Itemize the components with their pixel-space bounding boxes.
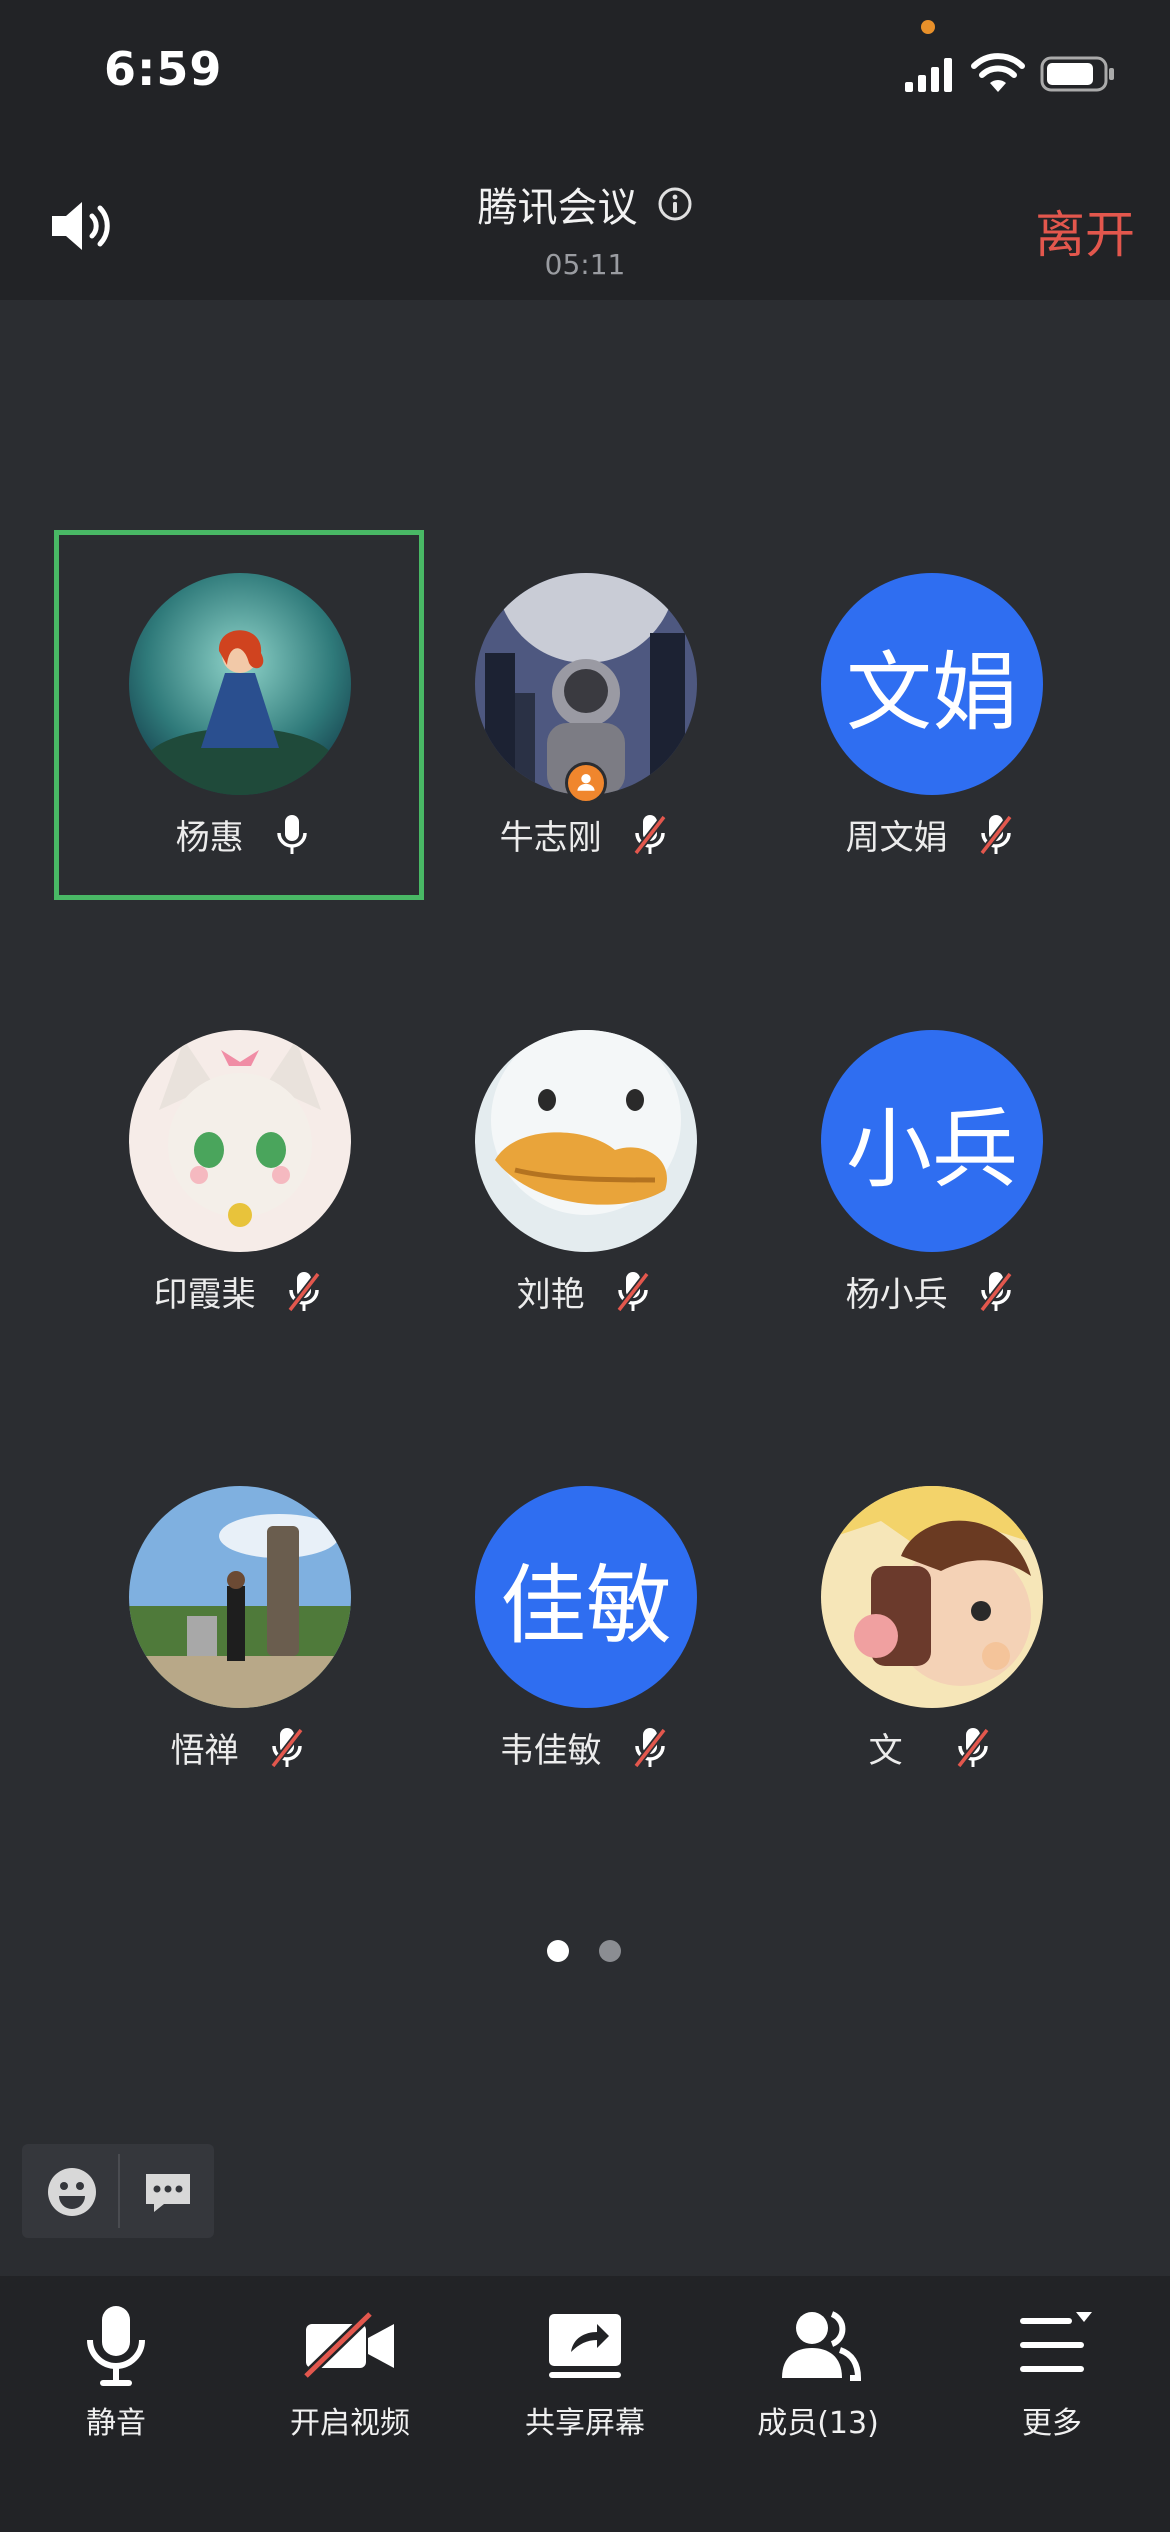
participant-tile[interactable]: 佳敏 韦佳敏 (400, 1443, 770, 1813)
page-indicator[interactable] (547, 1940, 627, 1964)
participant-name-row: 杨惠 (59, 810, 429, 859)
wifi-icon (971, 53, 1025, 92)
mic-muted-icon (979, 1271, 1014, 1312)
participant-name-row: 杨小兵 (746, 1267, 1116, 1316)
avatar: 文娟 (821, 573, 1043, 795)
participant-name: 悟禅 (170, 1731, 239, 1771)
microphone-icon (87, 2306, 145, 2386)
participant-name: 牛志刚 (499, 818, 602, 858)
members-button[interactable]: 成员(13) (718, 2300, 918, 2442)
participant-name-row: 刘艳 (400, 1267, 770, 1316)
participant-tile[interactable]: 牛志刚 (400, 530, 770, 900)
avatar: 佳敏 (475, 1486, 697, 1708)
reaction-bar (22, 2144, 214, 2238)
participant-tile[interactable]: 文 (746, 1443, 1116, 1813)
avatar (475, 1030, 697, 1252)
participant-tile[interactable]: 印霞棐 (54, 987, 424, 1357)
page-dot[interactable] (599, 1940, 621, 1962)
more-button[interactable]: 更多 (952, 2300, 1152, 2442)
cartoon-princess-avatar-icon (129, 573, 351, 795)
meeting-screen: 6:59 腾讯会议 05:11 离开 杨惠 牛志刚 文娟 周文娟 印霞棐 刘艳 … (0, 0, 1170, 2532)
participant-name: 印霞棐 (153, 1275, 256, 1315)
mic-muted-icon (270, 1727, 305, 1768)
speaker-icon[interactable] (48, 198, 116, 254)
mic-muted-icon (616, 1271, 651, 1312)
bottom-toolbar: 静音 开启视频 共享屏幕 成员(13) 更多 (0, 2276, 1170, 2532)
participant-name: 杨惠 (175, 818, 244, 858)
share-screen-label: 共享屏幕 (525, 2406, 645, 2441)
share-screen-button[interactable]: 共享屏幕 (485, 2300, 685, 2442)
members-icon (782, 2311, 862, 2381)
participant-tile[interactable]: 文娟 周文娟 (746, 530, 1116, 900)
meeting-title: 腾讯会议 (477, 185, 638, 231)
video-off-icon (302, 2310, 394, 2380)
participant-name: 韦佳敏 (499, 1731, 602, 1771)
meeting-duration: 05:11 (544, 248, 626, 281)
duck-cartoon-avatar-icon (475, 1030, 697, 1252)
landscape-photo-avatar-icon (129, 1486, 351, 1708)
participant-tile[interactable]: 小兵 杨小兵 (746, 987, 1116, 1357)
members-label: 成员(13) (757, 2406, 879, 2441)
emoji-icon[interactable] (46, 2166, 98, 2218)
menu-more-icon (1020, 2312, 1092, 2372)
participant-name-row: 悟禅 (54, 1723, 424, 1772)
start-video-button[interactable]: 开启视频 (250, 2300, 450, 2442)
divider (118, 2154, 120, 2228)
share-screen-icon (549, 2314, 621, 2378)
page-dot-active[interactable] (547, 1940, 569, 1962)
participant-name: 周文娟 (845, 818, 948, 858)
cellular-signal-icon (905, 58, 952, 92)
anime-boy-avatar-icon (821, 1486, 1043, 1708)
participant-name-row: 文 (746, 1723, 1116, 1772)
info-icon[interactable] (657, 186, 693, 222)
meeting-title-group[interactable]: 腾讯会议 (435, 175, 735, 233)
mic-muted-icon (287, 1271, 322, 1312)
participant-tile[interactable]: 悟禅 (54, 1443, 424, 1813)
participant-name: 杨小兵 (845, 1275, 948, 1315)
mic-muted-icon (956, 1727, 991, 1768)
avatar (129, 1030, 351, 1252)
host-badge-icon (565, 762, 607, 804)
mic-muted-icon (979, 814, 1014, 855)
participant-name: 刘艳 (516, 1275, 585, 1315)
more-label: 更多 (1022, 2406, 1082, 2441)
mute-label: 静音 (86, 2406, 146, 2441)
mute-button[interactable]: 静音 (16, 2300, 216, 2442)
participant-name-row: 牛志刚 (400, 810, 770, 859)
participant-name: 文 (868, 1731, 903, 1771)
status-time: 6:59 (104, 42, 223, 96)
mic-muted-icon (633, 1727, 668, 1768)
mic-muted-icon (633, 814, 668, 855)
mic-on-icon (277, 814, 308, 854)
avatar (129, 573, 351, 795)
avatar (129, 1486, 351, 1708)
participant-name-row: 印霞棐 (54, 1267, 424, 1316)
chat-icon[interactable] (142, 2166, 194, 2218)
participant-tile[interactable]: 杨惠 (54, 530, 424, 900)
anime-catgirl-avatar-icon (129, 1030, 351, 1252)
leave-button[interactable]: 离开 (1035, 195, 1135, 267)
top-bar: 6:59 腾讯会议 05:11 离开 (0, 0, 1170, 300)
camera-indicator-icon (921, 20, 935, 34)
participant-tile[interactable]: 刘艳 (400, 987, 770, 1357)
battery-icon (1040, 56, 1114, 92)
avatar (821, 1486, 1043, 1708)
participant-name-row: 周文娟 (746, 810, 1116, 859)
start-video-label: 开启视频 (290, 2406, 410, 2441)
participant-name-row: 韦佳敏 (400, 1723, 770, 1772)
avatar: 小兵 (821, 1030, 1043, 1252)
